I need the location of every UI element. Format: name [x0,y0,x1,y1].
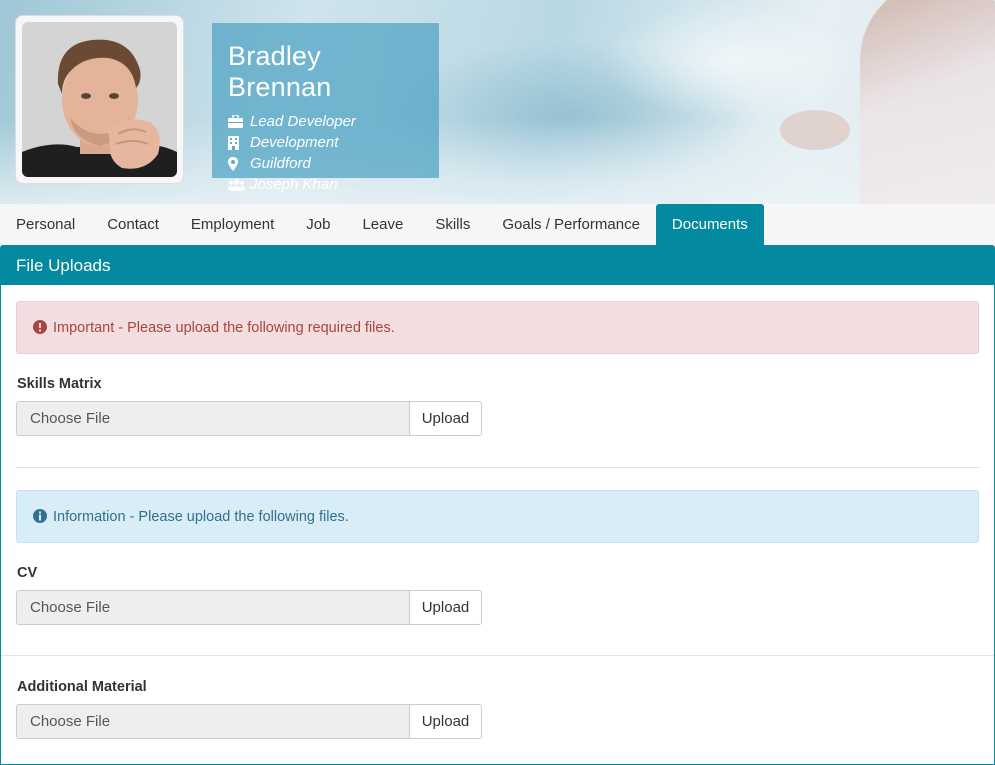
panel-title: File Uploads [1,246,994,285]
section-divider [16,467,979,468]
profile-location-row: Guildford [228,153,423,174]
profile-title-row: Lead Developer [228,111,423,132]
briefcase-icon [228,115,250,128]
users-icon [228,178,250,191]
additional-material-upload-button[interactable]: Upload [409,704,482,739]
skills-matrix-label: Skills Matrix [17,376,102,392]
profile-department-row: Development [228,132,423,153]
avatar [15,15,184,184]
information-alert: Information - Please upload the followin… [16,490,979,543]
additional-material-file-input[interactable]: Choose File [16,704,409,739]
banner-backdrop-light [600,0,860,120]
avatar-photo [22,22,177,177]
section-divider [1,655,994,656]
banner-figure-hand [780,110,850,150]
profile-title: Lead Developer [250,113,356,130]
info-circle-icon [33,508,49,525]
cv-file-input[interactable]: Choose File [16,590,409,625]
required-files-alert: Important - Please upload the following … [16,301,979,354]
profile-manager: Joseph Khan [250,176,338,193]
map-marker-icon [228,156,250,171]
banner-figure [860,0,995,204]
tab-contact[interactable]: Contact [91,204,175,245]
tab-personal[interactable]: Personal [0,204,91,245]
cv-upload: Choose File Upload [16,590,482,625]
skills-matrix-upload-button[interactable]: Upload [409,401,482,436]
profile-tabs: Personal Contact Employment Job Leave Sk… [0,204,995,245]
additional-material-upload: Choose File Upload [16,704,482,739]
required-files-alert-text: Important - Please upload the following … [53,319,395,336]
information-alert-text: Information - Please upload the followin… [53,508,349,525]
file-uploads-panel: File Uploads Important - Please upload t… [0,245,995,765]
tab-documents[interactable]: Documents [655,204,764,245]
tab-goals-performance[interactable]: Goals / Performance [486,204,656,245]
additional-material-label: Additional Material [17,679,147,695]
skills-matrix-file-input[interactable]: Choose File [16,401,409,436]
building-icon [228,135,250,150]
profile-info-card: Bradley Brennan Lead Developer Developme… [212,23,439,193]
profile-department: Development [250,134,339,151]
profile-banner: Bradley Brennan Lead Developer Developme… [0,0,995,204]
tab-skills[interactable]: Skills [419,204,486,245]
cv-upload-button[interactable]: Upload [409,590,482,625]
skills-matrix-upload: Choose File Upload [16,401,482,436]
cv-label: CV [17,565,38,581]
tab-leave[interactable]: Leave [346,204,419,245]
profile-name: Bradley Brennan [228,41,332,102]
profile-location: Guildford [250,155,311,172]
tab-employment[interactable]: Employment [175,204,290,245]
tab-job[interactable]: Job [290,204,346,245]
profile-manager-row: Joseph Khan [228,174,423,195]
exclamation-circle-icon [33,319,49,336]
